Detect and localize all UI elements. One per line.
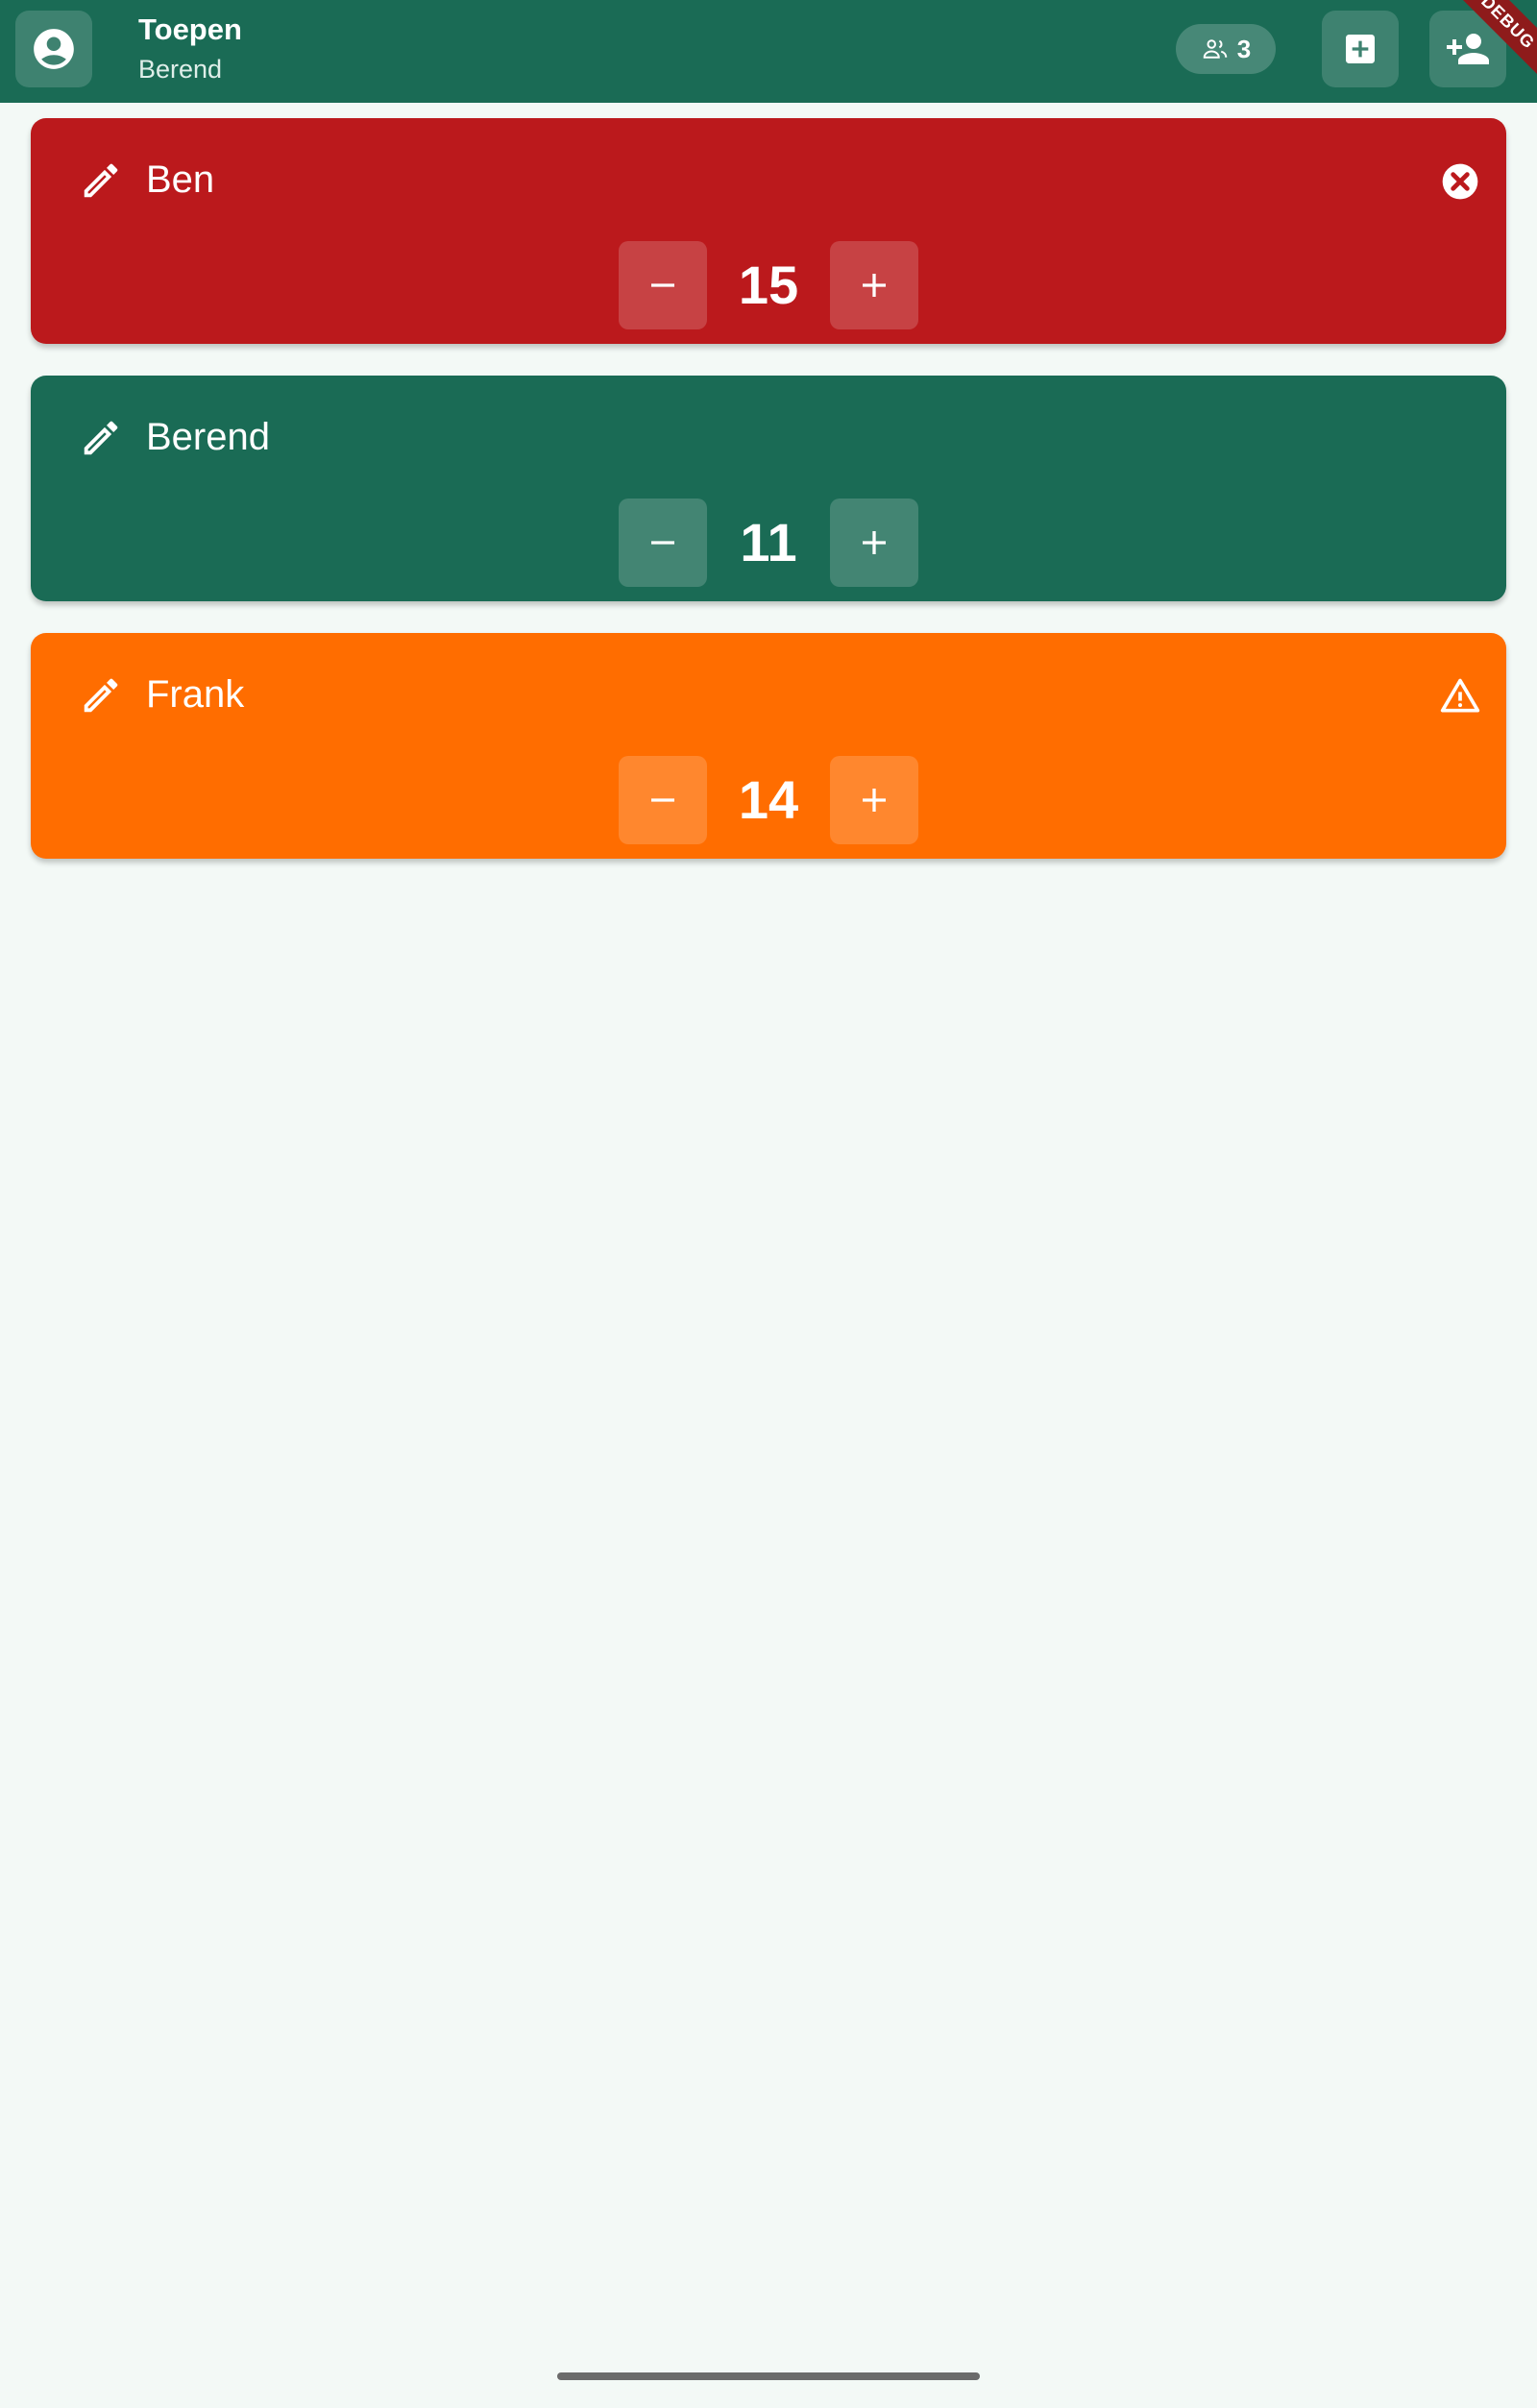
player-score: 11 — [740, 512, 797, 572]
player-card: Berend 11 — [31, 376, 1506, 601]
decrement-button[interactable] — [619, 241, 707, 329]
minus-icon — [651, 283, 674, 287]
decrement-button[interactable] — [619, 756, 707, 844]
increment-button[interactable] — [830, 499, 918, 587]
player-card: Ben 15 — [31, 118, 1506, 344]
score-stepper: 14 — [619, 756, 918, 844]
plus-icon — [863, 274, 886, 297]
player-name: Berend — [146, 416, 270, 458]
app-title: Toepen — [138, 12, 242, 46]
person-add-icon — [1447, 34, 1489, 64]
score-stepper: 11 — [619, 499, 918, 587]
edit-pencil-icon[interactable] — [79, 673, 123, 718]
score-stepper: 15 — [619, 241, 918, 329]
player-name: Ben — [146, 158, 215, 201]
plus-icon — [863, 531, 886, 554]
player-count: 3 — [1236, 34, 1252, 63]
warning-triangle-icon[interactable] — [1439, 675, 1481, 718]
account-circle-icon — [34, 29, 74, 69]
account-button[interactable] — [15, 11, 92, 87]
plus-icon — [863, 789, 886, 812]
add-box-icon — [1346, 35, 1375, 63]
new-game-button[interactable] — [1322, 11, 1399, 87]
edit-pencil-icon[interactable] — [79, 158, 123, 203]
app-subtitle: Berend — [138, 55, 223, 84]
player-score: 14 — [738, 769, 799, 830]
player-count-chip[interactable]: 3 — [1176, 24, 1276, 74]
minus-icon — [651, 798, 674, 802]
player-score: 15 — [738, 255, 799, 315]
home-indicator[interactable] — [557, 2372, 980, 2380]
increment-button[interactable] — [830, 756, 918, 844]
edit-pencil-icon[interactable] — [79, 416, 123, 460]
app-bar: Toepen Berend 3 DEBUG — [0, 0, 1537, 103]
decrement-button[interactable] — [619, 499, 707, 587]
player-name: Frank — [146, 673, 245, 716]
close-circle-icon[interactable] — [1439, 160, 1481, 203]
title-block: Toepen Berend — [138, 12, 242, 86]
increment-button[interactable] — [830, 241, 918, 329]
minus-icon — [651, 541, 674, 545]
player-card: Frank 14 — [31, 633, 1506, 859]
people-outline-icon — [1203, 39, 1228, 59]
